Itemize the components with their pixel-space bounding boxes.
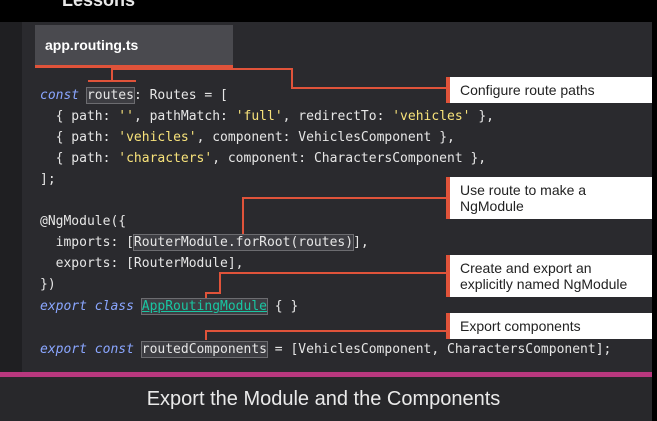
- routes-identifier: routes: [85, 87, 135, 104]
- connector-3d: [219, 272, 446, 274]
- callout-export-components: Export components: [446, 313, 655, 339]
- forroot-call: RouterModule.forRoot(routes): [132, 234, 355, 251]
- callout-export-ngmodule: Create and export an explicitly named Ng…: [446, 255, 655, 297]
- callout-use-route: Use route to make a NgModule: [446, 177, 655, 219]
- connector-4a: [205, 330, 447, 332]
- connector-3c: [219, 272, 221, 294]
- code-line-5: ];: [40, 172, 56, 187]
- callout-configure-routes: Configure route paths: [446, 77, 655, 103]
- connector-4b: [205, 330, 207, 340]
- code-line-2: { path: '', pathMatch: 'full', redirectT…: [40, 109, 494, 124]
- file-tab[interactable]: app.routing.ts: [35, 25, 233, 65]
- code-line-10: export class AppRoutingModule { }: [40, 298, 299, 315]
- code-line-6: @NgModule({: [40, 214, 127, 229]
- code-line-9: }): [40, 277, 56, 292]
- top-title-fragment: Lessons: [62, 0, 136, 10]
- code-line-3: { path: 'vehicles', component: VehiclesC…: [40, 130, 455, 145]
- routedcomponents-identifier: routedComponents: [140, 341, 268, 358]
- top-band: Lessons: [0, 0, 657, 22]
- connector-1c: [111, 68, 292, 70]
- code-line-1: const routes: Routes = [: [40, 87, 228, 104]
- code-line-4: { path: 'characters', component: Charact…: [40, 151, 487, 166]
- slide-caption: Export the Module and the Components: [146, 388, 501, 410]
- connector-1e: [291, 87, 446, 89]
- code-line-8: exports: [RouterModule],: [40, 256, 244, 271]
- connector-2b: [242, 197, 244, 234]
- code-line-7: imports: [RouterModule.forRoot(routes)],: [40, 234, 369, 251]
- connector-3b: [205, 292, 220, 294]
- code-line-11: export const routedComponents = [Vehicle…: [40, 341, 612, 358]
- file-tab-label: app.routing.ts: [45, 37, 139, 53]
- right-edge: [652, 0, 657, 421]
- slide: Lessons app.routing.ts const routes: Rou…: [0, 0, 657, 421]
- approutingmodule-link[interactable]: AppRoutingModule: [140, 298, 268, 315]
- connector-2a: [242, 197, 446, 199]
- connector-1d: [291, 68, 293, 88]
- caption-rule: [0, 372, 657, 377]
